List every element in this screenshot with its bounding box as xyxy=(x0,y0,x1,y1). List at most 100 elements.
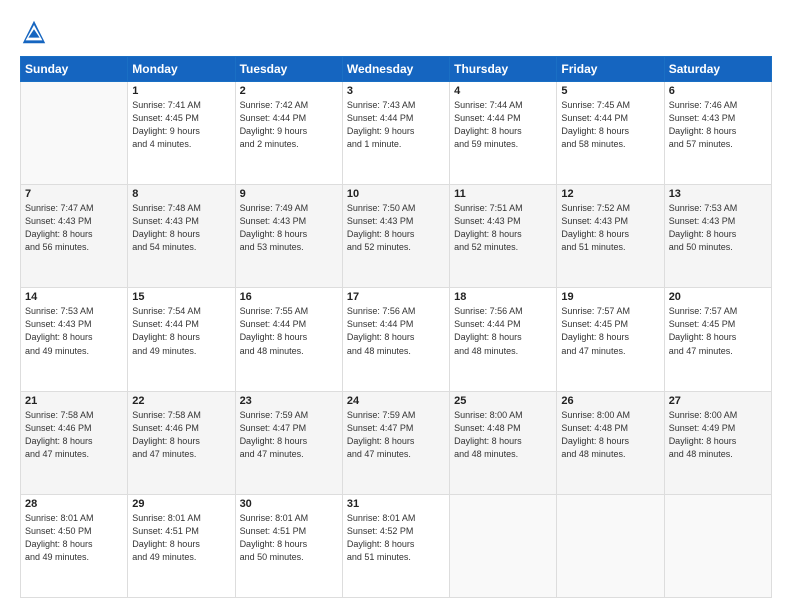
day-info: Sunrise: 7:42 AM Sunset: 4:44 PM Dayligh… xyxy=(240,99,338,151)
day-info: Sunrise: 7:50 AM Sunset: 4:43 PM Dayligh… xyxy=(347,202,445,254)
day-info: Sunrise: 7:57 AM Sunset: 4:45 PM Dayligh… xyxy=(669,305,767,357)
calendar-cell: 12 Sunrise: 7:52 AM Sunset: 4:43 PM Dayli… xyxy=(557,185,664,288)
day-number: 14 xyxy=(25,291,123,303)
calendar-cell: 10 Sunrise: 7:50 AM Sunset: 4:43 PM Dayli… xyxy=(342,185,449,288)
day-info: Sunrise: 7:43 AM Sunset: 4:44 PM Dayligh… xyxy=(347,99,445,151)
calendar-cell: 31Sunrise: 8:01 AM Sunset: 4:52 PM Dayli… xyxy=(342,494,449,597)
day-number: 15 xyxy=(132,291,230,303)
day-info: Sunrise: 7:53 AM Sunset: 4:43 PM Dayligh… xyxy=(25,305,123,357)
day-number: 5 xyxy=(561,85,659,97)
calendar-cell xyxy=(450,494,557,597)
calendar-header-saturday: Saturday xyxy=(664,57,771,82)
day-info: Sunrise: 7:51 AM Sunset: 4:43 PM Dayligh… xyxy=(454,202,552,254)
calendar-week-4: 21Sunrise: 7:58 AM Sunset: 4:46 PM Dayli… xyxy=(21,391,772,494)
calendar-header-thursday: Thursday xyxy=(450,57,557,82)
day-number: 19 xyxy=(561,291,659,303)
day-number: 29 xyxy=(132,498,230,510)
day-info: Sunrise: 7:53 AM Sunset: 4:43 PM Dayligh… xyxy=(669,202,767,254)
calendar-cell: 25 Sunrise: 8:00 AM Sunset: 4:48 PM Dayli… xyxy=(450,391,557,494)
calendar-week-5: 28 Sunrise: 8:01 AM Sunset: 4:50 PM Dayli… xyxy=(21,494,772,597)
day-info: Sunrise: 7:59 AM Sunset: 4:47 PM Dayligh… xyxy=(347,409,445,461)
day-number: 22 xyxy=(132,395,230,407)
day-info: Sunrise: 8:01 AM Sunset: 4:52 PM Dayligh… xyxy=(347,512,445,564)
calendar: SundayMondayTuesdayWednesdayThursdayFrid… xyxy=(20,56,772,598)
day-info: Sunrise: 7:41 AM Sunset: 4:45 PM Dayligh… xyxy=(132,99,230,151)
calendar-cell: 7 Sunrise: 7:47 AM Sunset: 4:43 PM Daylig… xyxy=(21,185,128,288)
day-number: 28 xyxy=(25,498,123,510)
day-info: Sunrise: 7:48 AM Sunset: 4:43 PM Dayligh… xyxy=(132,202,230,254)
calendar-cell: 15 Sunrise: 7:54 AM Sunset: 4:44 PM Dayli… xyxy=(128,288,235,391)
calendar-cell: 21Sunrise: 7:58 AM Sunset: 4:46 PM Dayli… xyxy=(21,391,128,494)
calendar-cell xyxy=(21,82,128,185)
day-info: Sunrise: 7:58 AM Sunset: 4:46 PM Dayligh… xyxy=(132,409,230,461)
calendar-cell: 18 Sunrise: 7:56 AM Sunset: 4:44 PM Dayli… xyxy=(450,288,557,391)
day-number: 7 xyxy=(25,188,123,200)
day-info: Sunrise: 8:01 AM Sunset: 4:51 PM Dayligh… xyxy=(132,512,230,564)
calendar-cell: 14 Sunrise: 7:53 AM Sunset: 4:43 PM Dayli… xyxy=(21,288,128,391)
calendar-header-sunday: Sunday xyxy=(21,57,128,82)
calendar-week-3: 14 Sunrise: 7:53 AM Sunset: 4:43 PM Dayli… xyxy=(21,288,772,391)
day-number: 13 xyxy=(669,188,767,200)
calendar-cell: 29 Sunrise: 8:01 AM Sunset: 4:51 PM Dayli… xyxy=(128,494,235,597)
day-info: Sunrise: 7:49 AM Sunset: 4:43 PM Dayligh… xyxy=(240,202,338,254)
calendar-cell: 1 Sunrise: 7:41 AM Sunset: 4:45 PM Daylig… xyxy=(128,82,235,185)
calendar-cell: 27Sunrise: 8:00 AM Sunset: 4:49 PM Dayli… xyxy=(664,391,771,494)
day-info: Sunrise: 7:47 AM Sunset: 4:43 PM Dayligh… xyxy=(25,202,123,254)
calendar-cell: 8 Sunrise: 7:48 AM Sunset: 4:43 PM Daylig… xyxy=(128,185,235,288)
day-info: Sunrise: 8:00 AM Sunset: 4:49 PM Dayligh… xyxy=(669,409,767,461)
day-number: 1 xyxy=(132,85,230,97)
calendar-cell: 22 Sunrise: 7:58 AM Sunset: 4:46 PM Dayli… xyxy=(128,391,235,494)
day-info: Sunrise: 8:00 AM Sunset: 4:48 PM Dayligh… xyxy=(454,409,552,461)
day-number: 24 xyxy=(347,395,445,407)
day-number: 11 xyxy=(454,188,552,200)
day-number: 4 xyxy=(454,85,552,97)
calendar-cell: 16Sunrise: 7:55 AM Sunset: 4:44 PM Dayli… xyxy=(235,288,342,391)
calendar-cell: 28 Sunrise: 8:01 AM Sunset: 4:50 PM Dayli… xyxy=(21,494,128,597)
calendar-cell: 2 Sunrise: 7:42 AM Sunset: 4:44 PM Daylig… xyxy=(235,82,342,185)
calendar-cell: 23 Sunrise: 7:59 AM Sunset: 4:47 PM Dayli… xyxy=(235,391,342,494)
day-number: 10 xyxy=(347,188,445,200)
calendar-cell: 20 Sunrise: 7:57 AM Sunset: 4:45 PM Dayli… xyxy=(664,288,771,391)
day-number: 25 xyxy=(454,395,552,407)
day-number: 2 xyxy=(240,85,338,97)
day-info: Sunrise: 7:56 AM Sunset: 4:44 PM Dayligh… xyxy=(347,305,445,357)
header xyxy=(20,18,772,46)
day-number: 8 xyxy=(132,188,230,200)
calendar-header-tuesday: Tuesday xyxy=(235,57,342,82)
day-info: Sunrise: 7:52 AM Sunset: 4:43 PM Dayligh… xyxy=(561,202,659,254)
day-info: Sunrise: 8:00 AM Sunset: 4:48 PM Dayligh… xyxy=(561,409,659,461)
logo xyxy=(20,18,52,46)
day-number: 26 xyxy=(561,395,659,407)
calendar-cell: 4 Sunrise: 7:44 AM Sunset: 4:44 PM Daylig… xyxy=(450,82,557,185)
day-number: 18 xyxy=(454,291,552,303)
day-info: Sunrise: 7:46 AM Sunset: 4:43 PM Dayligh… xyxy=(669,99,767,151)
calendar-header-wednesday: Wednesday xyxy=(342,57,449,82)
calendar-cell: 9Sunrise: 7:49 AM Sunset: 4:43 PM Daylig… xyxy=(235,185,342,288)
calendar-cell xyxy=(664,494,771,597)
calendar-cell: 6 Sunrise: 7:46 AM Sunset: 4:43 PM Daylig… xyxy=(664,82,771,185)
day-number: 16 xyxy=(240,291,338,303)
day-number: 23 xyxy=(240,395,338,407)
day-info: Sunrise: 7:59 AM Sunset: 4:47 PM Dayligh… xyxy=(240,409,338,461)
calendar-cell: 11 Sunrise: 7:51 AM Sunset: 4:43 PM Dayli… xyxy=(450,185,557,288)
calendar-cell: 5Sunrise: 7:45 AM Sunset: 4:44 PM Daylig… xyxy=(557,82,664,185)
logo-icon xyxy=(20,18,48,46)
day-info: Sunrise: 7:44 AM Sunset: 4:44 PM Dayligh… xyxy=(454,99,552,151)
day-number: 6 xyxy=(669,85,767,97)
calendar-cell: 17Sunrise: 7:56 AM Sunset: 4:44 PM Dayli… xyxy=(342,288,449,391)
day-info: Sunrise: 8:01 AM Sunset: 4:50 PM Dayligh… xyxy=(25,512,123,564)
calendar-header-monday: Monday xyxy=(128,57,235,82)
calendar-cell: 30 Sunrise: 8:01 AM Sunset: 4:51 PM Dayli… xyxy=(235,494,342,597)
calendar-week-1: 1 Sunrise: 7:41 AM Sunset: 4:45 PM Daylig… xyxy=(21,82,772,185)
calendar-header-row: SundayMondayTuesdayWednesdayThursdayFrid… xyxy=(21,57,772,82)
calendar-cell: 13 Sunrise: 7:53 AM Sunset: 4:43 PM Dayli… xyxy=(664,185,771,288)
calendar-cell: 19Sunrise: 7:57 AM Sunset: 4:45 PM Dayli… xyxy=(557,288,664,391)
day-info: Sunrise: 7:56 AM Sunset: 4:44 PM Dayligh… xyxy=(454,305,552,357)
day-info: Sunrise: 7:54 AM Sunset: 4:44 PM Dayligh… xyxy=(132,305,230,357)
day-number: 20 xyxy=(669,291,767,303)
calendar-cell xyxy=(557,494,664,597)
calendar-week-2: 7 Sunrise: 7:47 AM Sunset: 4:43 PM Daylig… xyxy=(21,185,772,288)
day-number: 30 xyxy=(240,498,338,510)
day-number: 12 xyxy=(561,188,659,200)
day-info: Sunrise: 8:01 AM Sunset: 4:51 PM Dayligh… xyxy=(240,512,338,564)
